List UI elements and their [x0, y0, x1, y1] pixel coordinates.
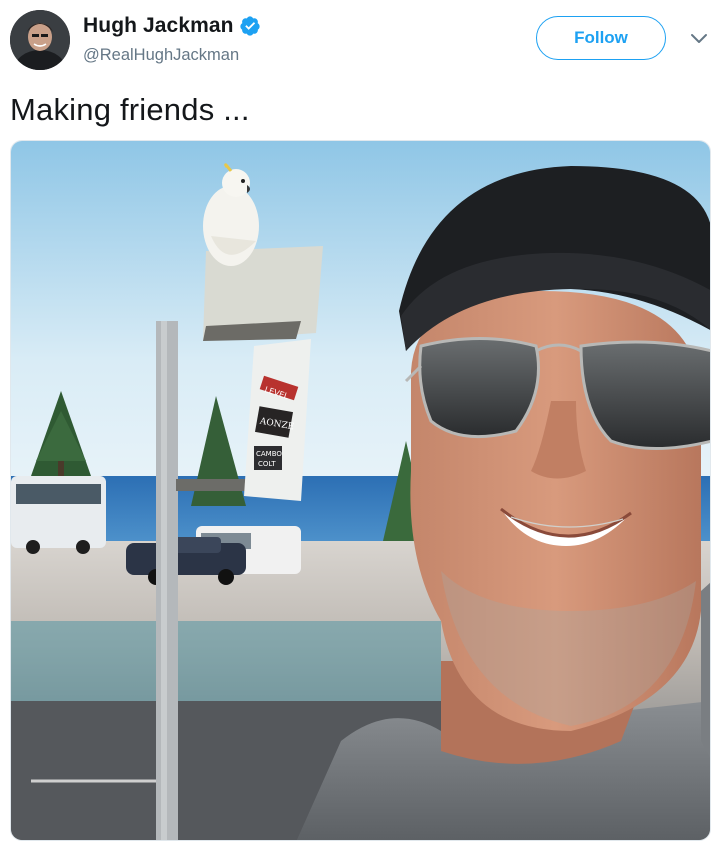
sign-sticker-text-4: COLT — [258, 460, 276, 468]
display-name[interactable]: Hugh Jackman — [83, 14, 234, 38]
author-handle[interactable]: @RealHughJackman — [83, 46, 261, 65]
follow-button[interactable]: Follow — [536, 16, 666, 60]
photo-image: LEVEL AONZE CAMBO COLT — [11, 141, 710, 840]
chevron-down-icon[interactable] — [689, 32, 709, 46]
verified-badge-icon — [239, 16, 260, 36]
avatar[interactable] — [10, 10, 70, 70]
tweet-text: Making friends ... — [10, 92, 250, 127]
display-name-row: Hugh Jackman — [83, 12, 261, 40]
tweet-header: Hugh Jackman @RealHughJackman Follow — [10, 8, 715, 74]
avatar-image — [10, 10, 70, 70]
sign-sticker-text-3: CAMBO — [256, 450, 282, 458]
tweet-photo[interactable]: LEVEL AONZE CAMBO COLT — [10, 140, 711, 841]
tweet-card: Hugh Jackman @RealHughJackman Follow Mak… — [0, 0, 725, 844]
author-info: Hugh Jackman @RealHughJackman — [83, 12, 261, 65]
